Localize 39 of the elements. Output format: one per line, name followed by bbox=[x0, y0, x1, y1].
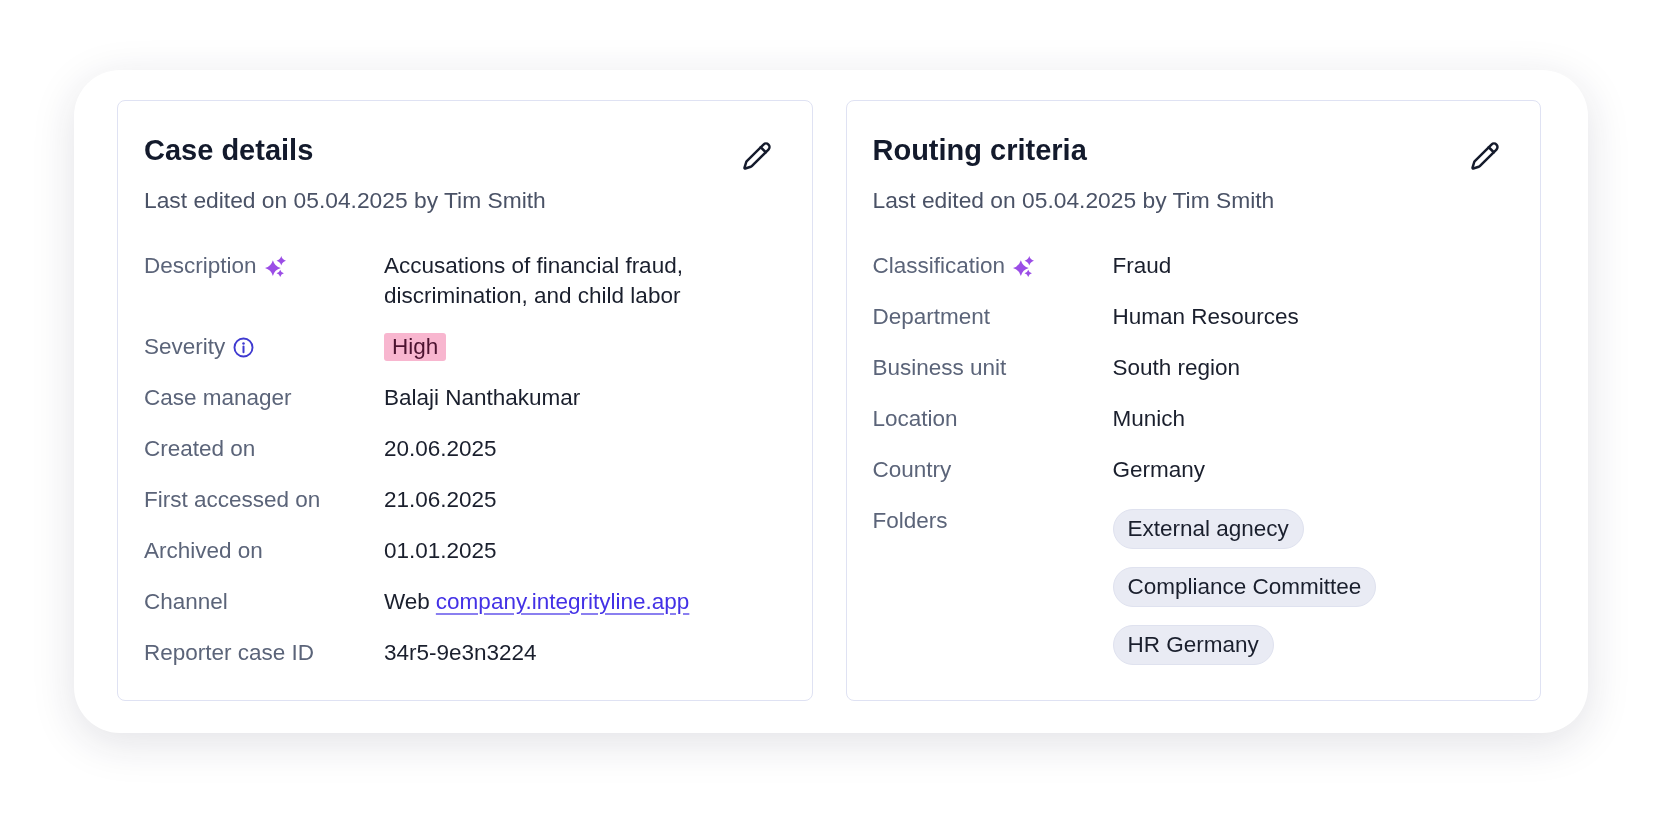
pencil-icon bbox=[1470, 141, 1500, 171]
field-label: Department bbox=[872, 303, 991, 331]
field-value: 20.06.2025 bbox=[384, 435, 498, 463]
field-value: Germany bbox=[1112, 456, 1207, 484]
field-label: First accessed on bbox=[144, 486, 321, 514]
field-label: Created on bbox=[144, 435, 256, 463]
edit-button[interactable] bbox=[741, 141, 772, 171]
channel-link[interactable]: company.integrityline.app bbox=[435, 587, 690, 617]
field-value: Accusations of financial fraud, discrimination, and child labor bbox=[384, 252, 684, 310]
field-label: Description bbox=[144, 252, 257, 280]
field-value: Human Resources bbox=[1112, 303, 1300, 331]
field-value: Fraud bbox=[1112, 252, 1173, 280]
field-value: 34r5-9e3n3224 bbox=[384, 639, 538, 667]
field-value: Web bbox=[384, 588, 430, 616]
field-value: 21.06.2025 bbox=[384, 486, 498, 514]
last-edited-text: Last edited on 05.04.2025 by Tim Smith bbox=[872, 186, 1276, 215]
field-label: Country bbox=[872, 456, 952, 484]
folder-tag: Compliance Committee bbox=[1112, 567, 1377, 607]
field-value: Munich bbox=[1112, 405, 1187, 433]
field-label: Channel bbox=[144, 588, 228, 616]
folder-tag: External agnecy bbox=[1112, 509, 1304, 549]
field-label: Reporter case ID bbox=[144, 639, 315, 667]
field-label: Location bbox=[872, 405, 958, 433]
field-value: 01.01.2025 bbox=[384, 537, 498, 565]
edit-button[interactable] bbox=[1470, 141, 1500, 171]
folder-tag: HR Germany bbox=[1112, 625, 1274, 665]
card-title: Case details bbox=[144, 133, 314, 167]
card-title: Routing criteria bbox=[872, 133, 1087, 167]
field-label: Business unit bbox=[872, 354, 1007, 382]
field-label: Folders bbox=[872, 507, 948, 535]
pencil-icon bbox=[741, 141, 772, 171]
last-edited-text: Last edited on 05.04.2025 by Tim Smith bbox=[144, 186, 547, 215]
field-value: South region bbox=[1112, 354, 1242, 382]
field-label: Case manager bbox=[144, 384, 292, 412]
field-label: Classification bbox=[872, 252, 1006, 280]
field-label: Severity bbox=[144, 333, 226, 361]
field-label: Archived on bbox=[144, 537, 263, 565]
field-value: Balaji Nanthakumar bbox=[384, 384, 582, 412]
severity-badge: High bbox=[384, 333, 447, 361]
